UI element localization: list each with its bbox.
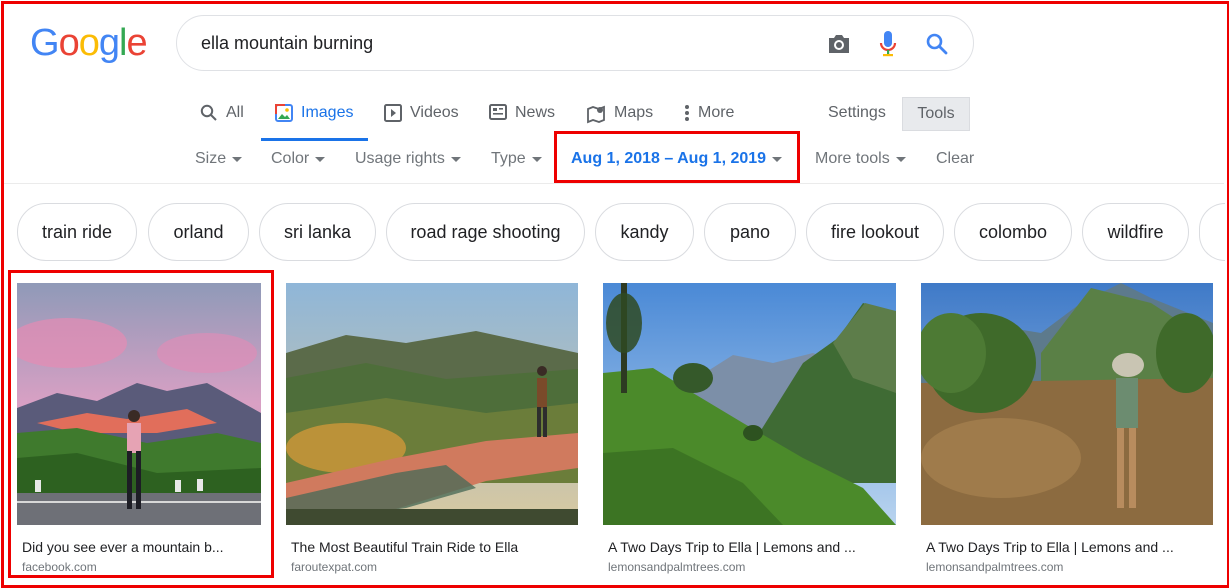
- search-submit-icon[interactable]: [923, 30, 951, 58]
- camera-icon[interactable]: [825, 30, 853, 58]
- header-divider: [4, 183, 1224, 184]
- tab-news[interactable]: News: [489, 98, 555, 142]
- filter-usage-rights-label: Usage rights: [355, 150, 445, 167]
- result-domain-4[interactable]: lemonsandpalmtrees.com: [926, 560, 1063, 574]
- tab-all[interactable]: All: [200, 98, 244, 142]
- result-title-3[interactable]: A Two Days Trip to Ella | Lemons and ...: [608, 539, 856, 555]
- tab-news-label: News: [515, 104, 556, 121]
- active-tab-indicator: [261, 138, 368, 141]
- result-thumbnail-3[interactable]: [603, 283, 896, 525]
- result-domain-3[interactable]: lemonsandpalmtrees.com: [608, 560, 745, 574]
- chip-road-rage-shooting[interactable]: road rage shooting: [386, 203, 585, 261]
- result-thumbnail-2[interactable]: [286, 283, 578, 525]
- filter-size[interactable]: Size: [195, 150, 243, 168]
- filter-color[interactable]: Color: [271, 150, 326, 168]
- filter-clear-label: Clear: [936, 150, 975, 167]
- tab-more-label: More: [698, 104, 735, 121]
- filter-more-tools-label: More tools: [815, 150, 890, 167]
- tab-all-label: All: [226, 104, 244, 121]
- result-title-2[interactable]: The Most Beautiful Train Ride to Ella: [291, 539, 518, 555]
- logo-letter-o1: o: [58, 22, 80, 64]
- tab-maps-label: Maps: [614, 104, 654, 121]
- more-vert-icon: [684, 104, 690, 122]
- google-logo[interactable]: Google: [30, 22, 148, 65]
- dropdown-caret-icon: [895, 156, 906, 162]
- annotation-result-frame: [8, 270, 274, 578]
- filter-more-tools[interactable]: More tools: [815, 150, 906, 168]
- settings-button[interactable]: Settings: [828, 104, 886, 122]
- dropdown-caret-icon: [531, 156, 542, 162]
- dropdown-caret-icon: [232, 156, 243, 162]
- filter-clear[interactable]: Clear: [936, 150, 974, 168]
- chip-partial[interactable]: [1199, 203, 1225, 261]
- result-domain-2[interactable]: faroutexpat.com: [291, 560, 377, 574]
- logo-letter-g2: g: [98, 22, 120, 64]
- logo-letter-o2: o: [78, 22, 100, 64]
- play-icon: [384, 104, 402, 122]
- chip-orland[interactable]: orland: [148, 203, 249, 261]
- filter-usage-rights[interactable]: Usage rights: [355, 150, 461, 168]
- images-icon: [275, 104, 293, 122]
- dropdown-caret-icon: [315, 156, 326, 162]
- result-title-4[interactable]: A Two Days Trip to Ella | Lemons and ...: [926, 539, 1174, 555]
- logo-letter-l: l: [118, 22, 128, 64]
- logo-letter-e: e: [126, 22, 147, 64]
- chip-kandy[interactable]: kandy: [595, 203, 694, 261]
- filter-type[interactable]: Type: [491, 150, 542, 168]
- tools-button[interactable]: Tools: [902, 97, 970, 131]
- tab-videos[interactable]: Videos: [384, 98, 459, 142]
- logo-letter-g: G: [30, 22, 60, 64]
- search-icon: [200, 104, 218, 122]
- chip-train-ride[interactable]: train ride: [17, 203, 137, 261]
- annotation-date-frame: [554, 131, 800, 183]
- chip-colombo[interactable]: colombo: [954, 203, 1072, 261]
- chip-wildfire[interactable]: wildfire: [1082, 203, 1189, 261]
- search-box[interactable]: ella mountain burning: [176, 15, 974, 71]
- filter-size-label: Size: [195, 150, 227, 167]
- map-pin-icon: [586, 104, 606, 124]
- tab-videos-label: Videos: [410, 104, 459, 121]
- dropdown-caret-icon: [450, 156, 461, 162]
- tab-images[interactable]: Images: [275, 98, 353, 142]
- filter-color-label: Color: [271, 150, 310, 167]
- tab-images-label: Images: [301, 104, 354, 121]
- microphone-icon[interactable]: [874, 30, 902, 58]
- chip-pano[interactable]: pano: [704, 203, 796, 261]
- chip-sri-lanka[interactable]: sri lanka: [259, 203, 376, 261]
- search-input[interactable]: ella mountain burning: [201, 33, 373, 54]
- news-icon: [489, 104, 507, 120]
- chip-fire-lookout[interactable]: fire lookout: [806, 203, 944, 261]
- result-thumbnail-4[interactable]: [921, 283, 1213, 525]
- filter-type-label: Type: [491, 150, 526, 167]
